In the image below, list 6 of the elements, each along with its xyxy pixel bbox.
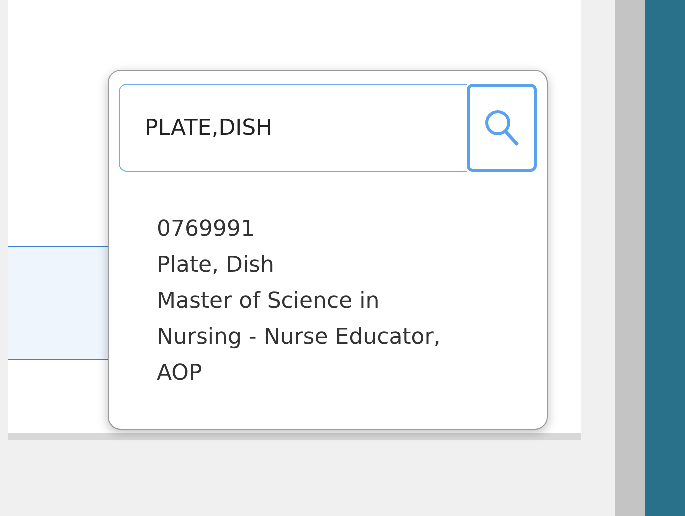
search-icon [484, 109, 520, 147]
search-button[interactable] [467, 84, 537, 172]
result-program: Master of Science in Nursing - Nurse Educator, AOP [157, 288, 442, 388]
result-id: 0769991 [157, 216, 255, 244]
result-name: Plate, Dish [157, 252, 274, 280]
search-field[interactable]: PLATE,DISH [119, 84, 467, 172]
